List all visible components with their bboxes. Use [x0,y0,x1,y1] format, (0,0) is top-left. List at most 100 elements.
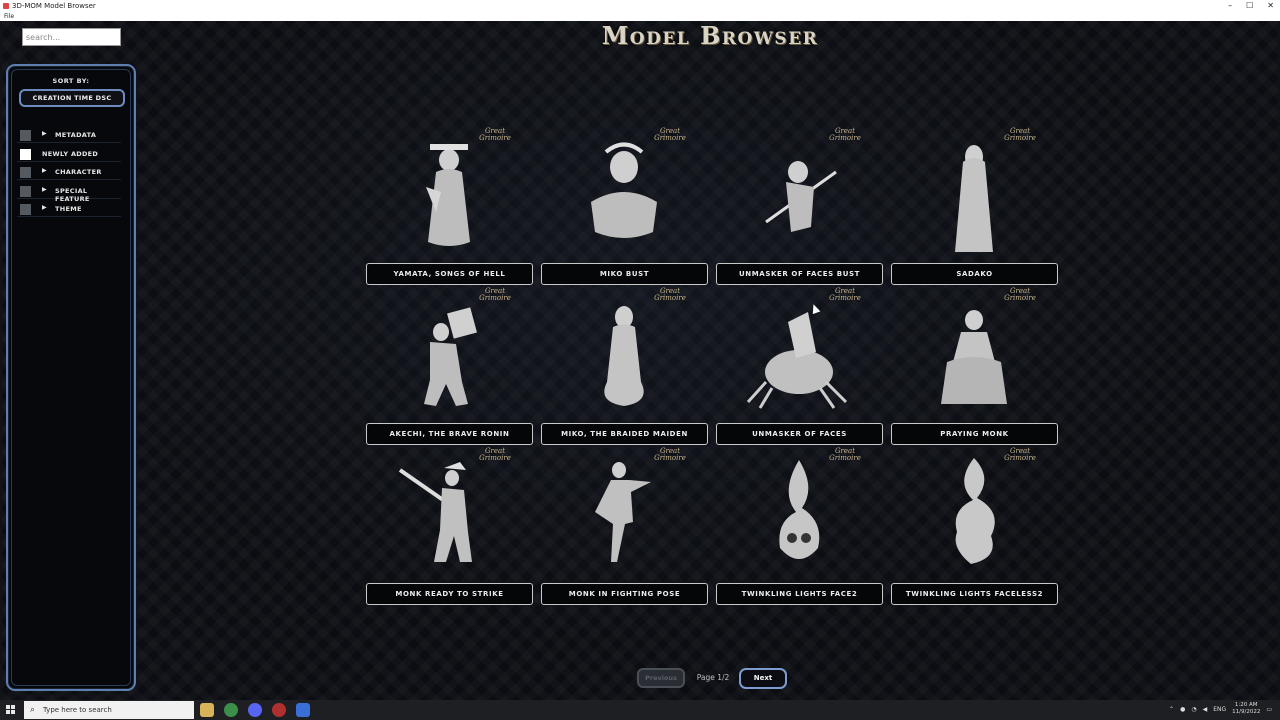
model-label-button[interactable]: UNMASKER OF FACES BUST [716,263,883,285]
expand-arrow-icon[interactable]: ▶ [42,204,47,211]
model-label-button[interactable]: PRAYING MONK [891,423,1058,445]
taskbar-search-placeholder: Type here to search [43,706,112,714]
brand-logo: Great Grimoire [479,447,511,462]
model-card[interactable]: Great Grimoire MIKO, THE BRAIDED MAIDEN [541,288,708,452]
discord-icon[interactable] [248,703,262,717]
model-card[interactable]: Great Grimoire MIKO BUST [541,128,708,292]
monk-staff-figure-icon [398,462,472,562]
app-icon-red[interactable] [272,703,286,717]
brand-logo: Great Grimoire [1004,287,1036,302]
minimize-button[interactable]: – [1228,0,1232,12]
model-thumbnail[interactable] [561,132,688,257]
model-thumbnail[interactable] [386,132,513,257]
maximize-button[interactable]: ☐ [1246,0,1253,12]
model-thumbnail[interactable] [386,452,513,577]
model-thumbnail[interactable] [736,292,863,417]
page-indicator: Page 1/2 [696,673,730,682]
model-label-button[interactable]: AKECHI, THE BRAVE RONIN [366,423,533,445]
model-thumbnail[interactable] [911,132,1038,257]
model-label-button[interactable]: TWINKLING LIGHTS FACELESS2 [891,583,1058,605]
model-card[interactable]: Great Grimoire UNMASKER OF FACES [716,288,883,452]
next-button[interactable]: Next [739,668,787,689]
ronin-figure-icon [424,307,477,406]
chrome-icon[interactable] [224,703,238,717]
close-button[interactable]: ✕ [1267,0,1274,12]
model-label-button[interactable]: YAMATA, SONGS OF HELL [366,263,533,285]
model-thumbnail[interactable] [561,292,688,417]
model-thumbnail[interactable] [736,132,863,257]
filter-label: SPECIAL FEATURE [55,187,90,203]
checkbox[interactable] [20,149,31,160]
checkbox[interactable] [20,204,31,215]
brand-logo: Great Grimoire [654,287,686,302]
brand-logo: Great Grimoire [829,447,861,462]
clock[interactable]: 1:20 AM 11/9/2022 [1232,702,1260,716]
checkbox[interactable] [20,167,31,178]
filter-newly-added[interactable]: NEWLY ADDED [17,147,121,162]
model-thumbnail[interactable] [736,452,863,577]
checkbox[interactable] [20,186,31,197]
model-card[interactable]: Great Grimoire SADAKO [891,128,1058,292]
sort-label: SORT BY: [52,77,90,85]
filter-special-feature[interactable]: ▶ SPECIAL FEATURE [17,184,121,203]
brand-logo: Great Grimoire [829,127,861,142]
monk-kick-figure-icon [595,462,651,562]
model-card[interactable]: Great Grimoire MONK READY TO STRIKE [366,448,533,612]
ghost-girl-figure-icon [955,145,993,252]
model-label-button[interactable]: SADAKO [891,263,1058,285]
bust-figure-icon [591,142,657,238]
menu-bar: File [0,12,1280,21]
sidebar: SORT BY: CREATION TIME DSC ▶ METADATA NE… [6,64,136,691]
model-label-button[interactable]: MIKO, THE BRAIDED MAIDEN [541,423,708,445]
model-card[interactable]: Great Grimoire MONK IN FIGHTING POSE [541,448,708,612]
expand-arrow-icon[interactable]: ▶ [42,130,47,137]
model-card[interactable]: Great Grimoire PRAYING MONK [891,288,1058,452]
checkbox[interactable] [20,130,31,141]
model-label-button[interactable]: MIKO BUST [541,263,708,285]
sort-button[interactable]: CREATION TIME DSC [19,89,125,107]
microphone-icon[interactable]: ● [1180,706,1185,713]
filter-label: CHARACTER [55,168,102,176]
chevron-up-icon[interactable]: ⌃ [1169,706,1174,713]
filter-label: NEWLY ADDED [42,150,99,158]
filter-label: METADATA [55,131,97,139]
previous-button[interactable]: Previous [637,668,685,688]
expand-arrow-icon[interactable]: ▶ [42,186,47,193]
language-indicator[interactable]: ENG [1213,706,1226,713]
model-label-button[interactable]: MONK IN FIGHTING POSE [541,583,708,605]
menu-file[interactable]: File [4,12,14,21]
notification-icon[interactable]: ▭ [1266,706,1272,713]
model-card[interactable]: Great Grimoire TWINKLING LIGHTS FACE2 [716,448,883,612]
filter-metadata[interactable]: ▶ METADATA [17,128,121,143]
model-label-button[interactable]: UNMASKER OF FACES [716,423,883,445]
network-icon[interactable]: ◔ [1191,706,1196,713]
model-thumbnail[interactable] [911,292,1038,417]
model-card[interactable]: Great Grimoire UNMASKER OF FACES BUST [716,128,883,292]
model-thumbnail[interactable] [561,452,688,577]
model-label-button[interactable]: TWINKLING LIGHTS FACE2 [716,583,883,605]
clock-date: 11/9/2022 [1232,709,1261,715]
windows-start-icon[interactable] [6,705,16,715]
clock-time: 1:20 AM [1234,702,1258,708]
volume-icon[interactable]: ◀ [1203,706,1208,713]
brand-logo: Great Grimoire [479,287,511,302]
model-card[interactable]: Great Grimoire AKECHI, THE BRAVE RONIN [366,288,533,452]
taskbar-search[interactable]: ⌕ Type here to search [24,701,194,719]
model-card[interactable]: Great Grimoire YAMATA, SONGS OF HELL [366,128,533,292]
maiden-figure-icon [604,306,644,406]
app-icon-blue[interactable] [296,703,310,717]
model-card[interactable]: Great Grimoire TWINKLING LIGHTS FACELESS2 [891,448,1058,612]
brand-logo: Great Grimoire [1004,127,1036,142]
app-icon [3,3,9,9]
brand-logo: Great Grimoire [1004,447,1036,462]
title-bar: 3D-MOM Model Browser – ☐ ✕ [0,0,1280,12]
model-thumbnail[interactable] [911,452,1038,577]
brand-logo: Great Grimoire [479,127,511,142]
filter-theme[interactable]: ▶ THEME [17,202,121,217]
file-explorer-icon[interactable] [200,703,214,717]
model-label-button[interactable]: MONK READY TO STRIKE [366,583,533,605]
expand-arrow-icon[interactable]: ▶ [42,167,47,174]
filter-character[interactable]: ▶ CHARACTER [17,165,121,180]
system-tray: ⌃ ● ◔ ◀ ENG 1:20 AM 11/9/2022 ▭ [1169,702,1272,716]
model-thumbnail[interactable] [386,292,513,417]
